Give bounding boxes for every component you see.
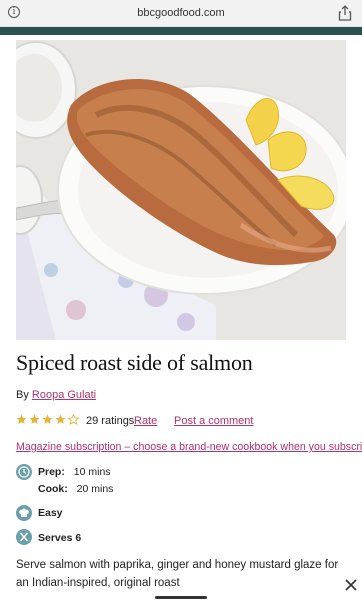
star-filled-icon[interactable] xyxy=(55,414,66,425)
cutlery-icon xyxy=(16,529,32,545)
star-filled-icon[interactable] xyxy=(42,414,53,425)
cook-time: Cook: 20 mins xyxy=(38,483,113,495)
cook-label: Cook: xyxy=(38,483,68,495)
rate-link[interactable]: Rate xyxy=(134,415,157,427)
prep-value: 10 mins xyxy=(73,466,111,478)
browser-address-bar[interactable]: i bbcgoodfood.com xyxy=(0,0,362,27)
recipe-description: Serve salmon with paprika, ginger and ho… xyxy=(16,559,339,589)
star-empty-icon[interactable] xyxy=(68,414,79,425)
recipe-hero-image xyxy=(16,40,346,340)
ratings-count: 29 ratings xyxy=(86,415,135,427)
url-text[interactable]: bbcgoodfood.com xyxy=(0,7,362,19)
clock-icon xyxy=(16,464,32,480)
site-header-bar xyxy=(0,27,362,35)
serves: Serves 6 xyxy=(38,532,82,544)
rating-row: 29 ratings Rate Post a comment xyxy=(16,414,346,430)
star-filled-icon[interactable] xyxy=(29,414,40,425)
byline: By Roopa Gulati xyxy=(16,389,96,401)
home-indicator xyxy=(155,596,207,599)
difficulty: Easy xyxy=(38,507,63,519)
post-comment-link[interactable]: Post a comment xyxy=(174,415,253,427)
star-filled-icon[interactable] xyxy=(16,414,27,425)
share-icon[interactable] xyxy=(338,5,352,21)
cook-value: 20 mins xyxy=(76,483,114,495)
close-icon[interactable] xyxy=(342,576,360,594)
prep-label: Prep: xyxy=(38,466,65,478)
author-link[interactable]: Roopa Gulati xyxy=(32,389,96,401)
chef-hat-icon xyxy=(16,505,32,521)
star-rating[interactable] xyxy=(16,414,81,428)
recipe-title: Spiced roast side of salmon xyxy=(16,350,253,375)
byline-prefix: By xyxy=(16,389,29,401)
prep-time: Prep: 10 mins xyxy=(38,466,111,478)
magazine-subscription-link[interactable]: Magazine subscription – choose a brand-n… xyxy=(16,441,362,453)
